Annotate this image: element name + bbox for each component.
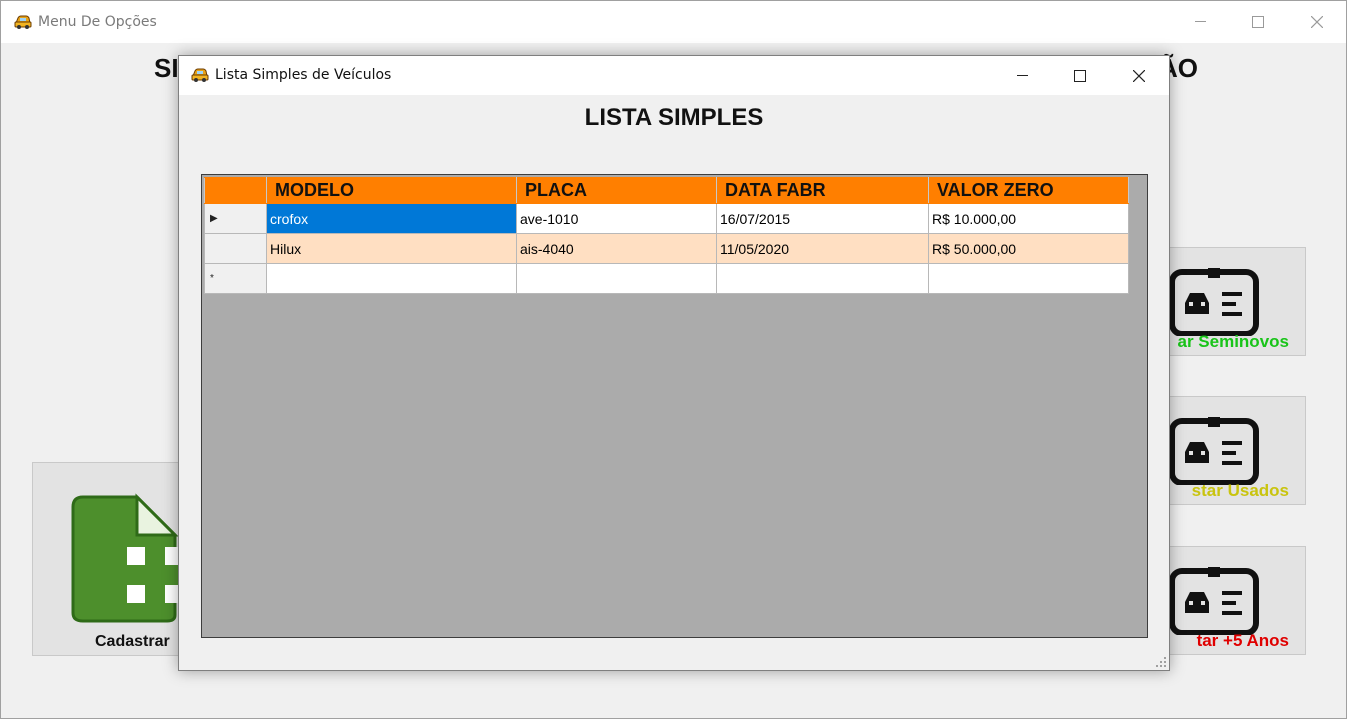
main-window-title: Menu De Opções	[38, 14, 157, 30]
lista-simples-dialog: Lista Simples de Veículos LISTA SIMPLES …	[178, 55, 1170, 671]
close-icon	[1311, 16, 1323, 28]
cell-modelo[interactable]: crofox	[266, 203, 517, 234]
new-row[interactable]: *	[204, 263, 1129, 294]
car-app-icon	[14, 14, 32, 30]
dialog-close-button[interactable]	[1110, 56, 1168, 95]
cell-placa[interactable]: ais-4040	[516, 233, 717, 264]
minimize-icon	[1016, 74, 1028, 76]
cell-valor-zero[interactable]: R$ 50.000,00	[928, 233, 1129, 264]
listar-seminovos-label: ar Seminovos	[1177, 332, 1290, 351]
maximize-button[interactable]	[1229, 1, 1287, 43]
table-row[interactable]: Hilux ais-4040 11/05/2020 R$ 50.000,00	[204, 233, 1129, 264]
listar-mais5-anos-button[interactable]: tar +5 Anos	[1151, 546, 1306, 655]
table-header-row: MODELO PLACA DATA FABR VALOR ZERO	[204, 177, 1129, 204]
minimize-button[interactable]	[1171, 1, 1229, 43]
vehicle-card-icon	[1169, 567, 1259, 635]
listar-usados-label: star Usados	[1191, 481, 1289, 500]
dialog-maximize-button[interactable]	[1051, 56, 1109, 95]
new-cell-placa[interactable]	[516, 263, 717, 294]
cell-modelo[interactable]: Hilux	[266, 233, 517, 264]
close-button[interactable]	[1288, 1, 1346, 43]
vehicles-data-grid[interactable]: MODELO PLACA DATA FABR VALOR ZERO ▶ crof…	[201, 174, 1148, 638]
listar-usados-button[interactable]: star Usados	[1151, 396, 1306, 505]
column-header-placa[interactable]: PLACA	[516, 177, 717, 204]
column-header-modelo[interactable]: MODELO	[266, 177, 517, 204]
dialog-title: Lista Simples de Veículos	[215, 67, 392, 83]
dialog-minimize-button[interactable]	[993, 56, 1051, 95]
maximize-icon	[1252, 16, 1264, 28]
new-row-marker[interactable]: *	[204, 263, 267, 294]
row-selector[interactable]	[204, 233, 267, 264]
listar-mais5-anos-label: tar +5 Anos	[1196, 631, 1289, 650]
cell-placa[interactable]: ave-1010	[516, 203, 717, 234]
cadastrar-label: Cadastrar	[95, 633, 170, 650]
main-titlebar[interactable]: Menu De Opções	[1, 1, 1346, 43]
new-cell-data-fabr[interactable]	[716, 263, 929, 294]
cadastrar-button[interactable]: Cadastrar	[32, 462, 192, 656]
main-heading-left: SI	[154, 53, 179, 83]
listar-seminovos-button[interactable]: ar Seminovos	[1151, 247, 1306, 356]
vehicle-card-icon	[1169, 268, 1259, 336]
cell-data-fabr[interactable]: 16/07/2015	[716, 203, 929, 234]
maximize-icon	[1074, 69, 1086, 82]
minimize-icon	[1194, 21, 1206, 22]
vehicles-table: MODELO PLACA DATA FABR VALOR ZERO ▶ crof…	[204, 177, 1129, 294]
row-selector-current[interactable]: ▶	[204, 203, 267, 234]
table-row[interactable]: ▶ crofox ave-1010 16/07/2015 R$ 10.000,0…	[204, 203, 1129, 234]
row-header-corner[interactable]	[204, 177, 267, 204]
cell-data-fabr[interactable]: 11/05/2020	[716, 233, 929, 264]
new-cell-valor-zero[interactable]	[928, 263, 1129, 294]
column-header-valor-zero[interactable]: VALOR ZERO	[928, 177, 1129, 204]
dialog-titlebar[interactable]: Lista Simples de Veículos	[179, 56, 1169, 95]
new-cell-modelo[interactable]	[266, 263, 517, 294]
car-app-icon	[191, 67, 209, 83]
column-header-data-fabr[interactable]: DATA FABR	[716, 177, 929, 204]
vehicle-card-icon	[1169, 417, 1259, 485]
cell-valor-zero[interactable]: R$ 10.000,00	[928, 203, 1129, 234]
add-document-icon	[71, 493, 183, 623]
dialog-heading: LISTA SIMPLES	[584, 104, 764, 131]
close-icon	[1133, 69, 1145, 82]
resize-grip-icon[interactable]	[1155, 656, 1167, 668]
